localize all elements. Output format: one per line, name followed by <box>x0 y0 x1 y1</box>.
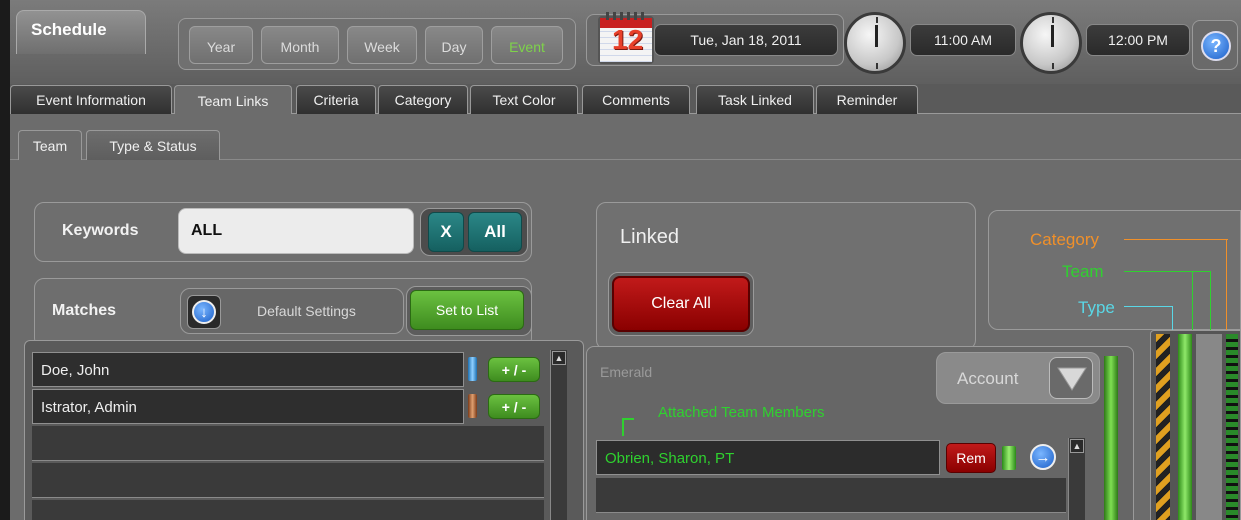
right-arrow-circle-icon[interactable]: → <box>1030 444 1056 470</box>
view-month-button[interactable]: Month <box>261 26 339 64</box>
end-time[interactable]: 12:00 PM <box>1086 24 1190 56</box>
clear-all-button[interactable]: Clear All <box>612 276 750 332</box>
subtab-team[interactable]: Team <box>18 130 82 160</box>
scroll-up-icon[interactable]: ▲ <box>552 351 566 365</box>
all-keywords-button[interactable]: All <box>468 212 522 252</box>
list-item[interactable] <box>32 426 544 461</box>
end-clock-icon[interactable] <box>1020 12 1082 74</box>
legend-type-line <box>1172 306 1173 331</box>
start-time[interactable]: 11:00 AM <box>910 24 1016 56</box>
attached-team-members-label: Attached Team Members <box>658 404 825 421</box>
set-to-list-button[interactable]: Set to List <box>410 290 524 330</box>
schedule-tab[interactable]: Schedule <box>16 10 146 54</box>
toggle-link-button[interactable]: + / - <box>488 357 540 382</box>
remove-member-button[interactable]: Rem <box>946 443 996 473</box>
view-event-button[interactable]: Event <box>491 26 563 64</box>
help-button[interactable]: ? <box>1192 20 1238 70</box>
team-group-name: Emerald <box>600 364 653 380</box>
question-circle-icon: ? <box>1201 31 1231 61</box>
tab-task-linked[interactable]: Task Linked <box>696 85 814 114</box>
attached-bracket <box>622 418 624 436</box>
settings-toggle[interactable]: ↓ <box>187 295 221 329</box>
legend-team-line <box>1210 271 1211 331</box>
default-settings-label: Default Settings <box>257 303 356 319</box>
list-item[interactable] <box>596 478 1066 513</box>
member-name: Obrien, Sharon, PT <box>605 450 735 467</box>
funnel-icon[interactable] <box>1049 357 1093 399</box>
members-scrollbar[interactable]: ▲ <box>1068 438 1085 520</box>
legend-category: Category <box>1030 230 1099 249</box>
toggle-link-button[interactable]: + / - <box>488 394 540 419</box>
matches-label: Matches <box>52 302 117 319</box>
match-name: Istrator, Admin <box>41 399 137 416</box>
schedule-app: Schedule Year Month Week Day Event 12 Tu… <box>10 0 1241 520</box>
account-label: Account <box>957 369 1019 388</box>
event-date[interactable]: Tue, Jan 18, 2011 <box>654 24 838 56</box>
account-filter[interactable]: Account <box>936 352 1100 404</box>
tab-criteria[interactable]: Criteria <box>296 85 376 114</box>
tab-event-information[interactable]: Event Information <box>10 85 172 114</box>
keywords-input[interactable]: ALL <box>178 208 414 254</box>
legend-category-line <box>1124 239 1228 240</box>
down-arrow-circle-icon: ↓ <box>192 300 216 324</box>
clear-keywords-button[interactable]: X <box>428 212 464 252</box>
team-color-chip <box>468 357 477 381</box>
category-strip <box>1156 334 1170 520</box>
team-color-bar <box>1104 356 1118 520</box>
legend-category-line <box>1226 239 1227 331</box>
view-year-button[interactable]: Year <box>189 26 253 64</box>
tab-reminder[interactable]: Reminder <box>816 85 918 114</box>
view-week-button[interactable]: Week <box>347 26 417 64</box>
attached-bracket <box>622 418 634 420</box>
scroll-up-icon[interactable]: ▲ <box>1070 439 1084 453</box>
list-item[interactable] <box>32 463 544 498</box>
tab-category[interactable]: Category <box>378 85 468 114</box>
tab-comments[interactable]: Comments <box>582 85 690 114</box>
matches-scrollbar[interactable]: ▲ <box>550 350 567 520</box>
legend-team-line <box>1192 271 1193 331</box>
main-tabs: Event Information Team Links Criteria Ca… <box>10 84 1241 115</box>
legend-team: Team <box>1062 262 1104 281</box>
view-day-button[interactable]: Day <box>425 26 483 64</box>
tab-team-links[interactable]: Team Links <box>174 85 292 115</box>
start-clock-icon[interactable] <box>844 12 906 74</box>
subtab-type-status[interactable]: Type & Status <box>86 130 220 160</box>
match-name: Doe, John <box>41 362 110 379</box>
calendar-icon[interactable]: 12 <box>598 12 654 64</box>
type-strip <box>1226 334 1238 520</box>
keywords-label: Keywords <box>62 222 139 239</box>
linked-title: Linked <box>620 226 679 248</box>
legend-type-line <box>1124 306 1172 307</box>
list-item[interactable]: Istrator, Admin <box>32 389 464 424</box>
list-item[interactable]: Doe, John <box>32 352 464 387</box>
list-item[interactable] <box>32 500 544 520</box>
sub-tabs: Team Type & Status <box>10 114 1241 160</box>
list-item[interactable]: Obrien, Sharon, PT <box>596 440 940 475</box>
view-switcher: Year Month Week Day Event <box>178 18 576 70</box>
team-strip <box>1178 334 1192 520</box>
legend-type: Type <box>1078 298 1115 317</box>
legend-team-line <box>1124 271 1210 272</box>
default-settings-control[interactable]: ↓ Default Settings <box>180 288 404 334</box>
team-color-chip <box>468 394 477 418</box>
strip-spacer <box>1196 334 1222 520</box>
team-color-chip <box>1002 446 1016 470</box>
calendar-day: 12 <box>612 24 644 55</box>
tab-text-color[interactable]: Text Color <box>470 85 578 114</box>
